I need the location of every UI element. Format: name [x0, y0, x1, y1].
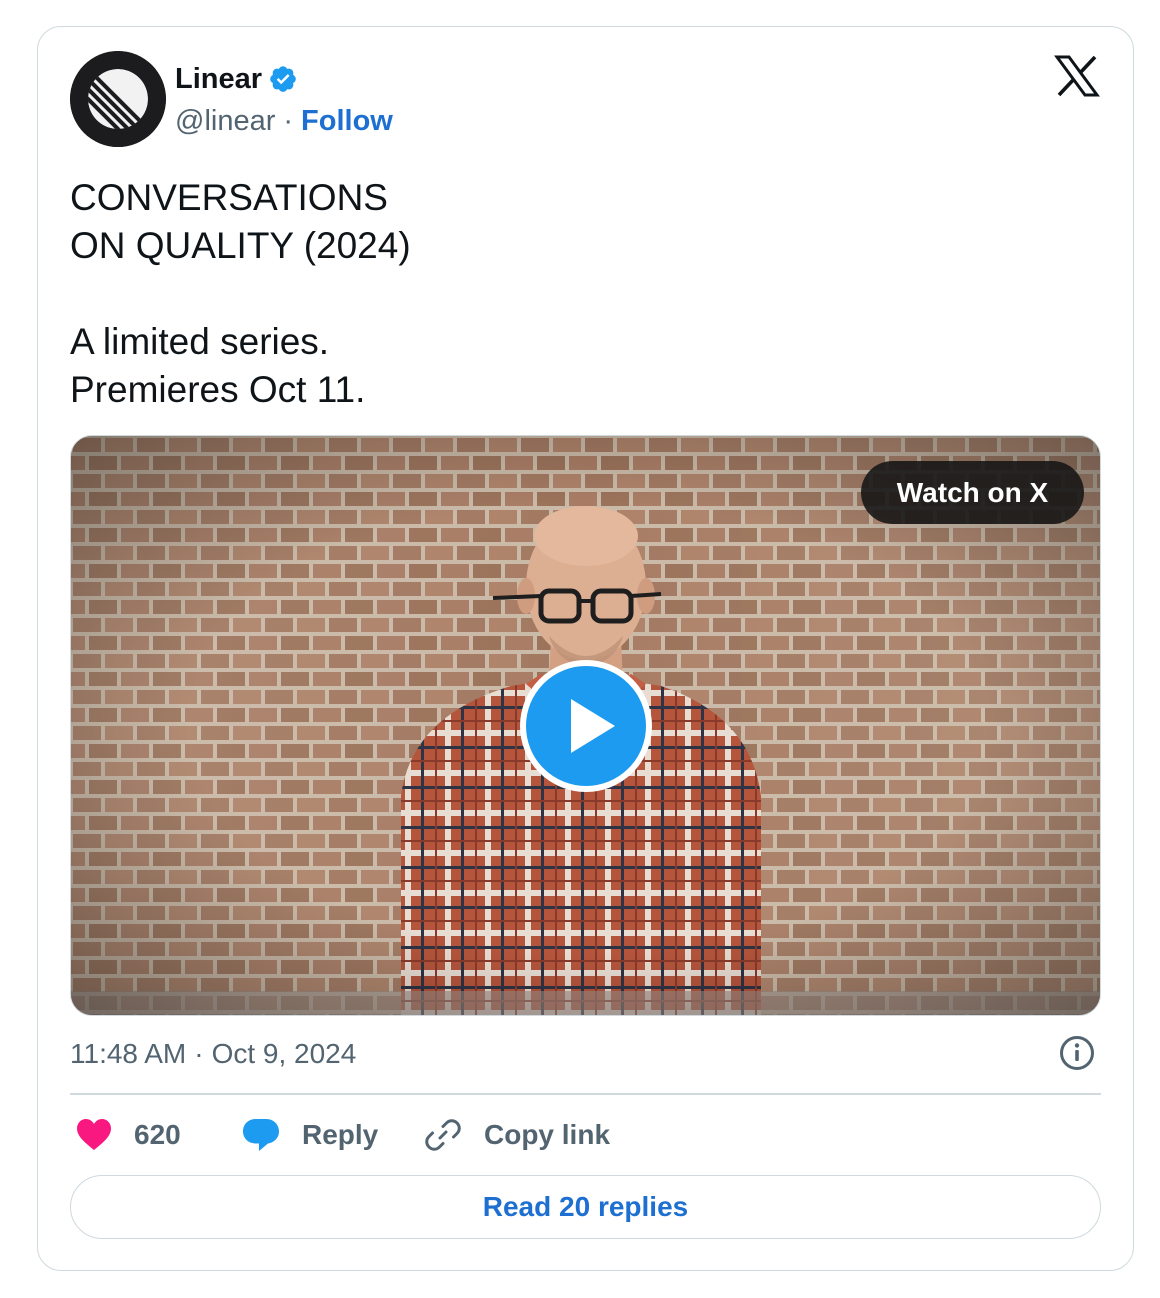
- linear-logo-icon: [70, 51, 166, 147]
- tweet-text-line: CONVERSATIONS: [70, 177, 388, 218]
- verified-badge-icon: [270, 66, 296, 92]
- timestamp-separator: ·: [194, 1038, 204, 1069]
- reply-label: Reply: [302, 1119, 379, 1150]
- author-avatar[interactable]: [70, 51, 166, 147]
- copy-link-label: Copy link: [484, 1119, 611, 1150]
- info-icon[interactable]: [1058, 1034, 1096, 1072]
- reply-bubble-icon: [243, 1119, 279, 1151]
- author-name[interactable]: Linear: [175, 63, 262, 96]
- x-logo-icon[interactable]: [1054, 55, 1100, 97]
- author-name-row: Linear: [175, 58, 298, 100]
- link-icon: [425, 1119, 461, 1151]
- like-count: 620: [134, 1119, 181, 1150]
- tweet-time: 11:48 AM: [70, 1038, 187, 1069]
- copy-link-button[interactable]: Copy link: [424, 1112, 610, 1158]
- tweet-date: Oct 9, 2024: [211, 1038, 357, 1069]
- tweet-text-line: Premieres Oct 11.: [70, 369, 366, 410]
- tweet-text: CONVERSATIONS ON QUALITY (2024) A limite…: [70, 174, 970, 414]
- handle-separator: ·: [283, 104, 294, 137]
- play-icon[interactable]: [519, 659, 653, 793]
- read-replies-button[interactable]: Read 20 replies: [70, 1175, 1101, 1239]
- like-button[interactable]: 620: [76, 1112, 181, 1158]
- author-handle[interactable]: @linear: [175, 105, 275, 138]
- tweet-text-line: ON QUALITY (2024): [70, 225, 411, 266]
- heart-icon: [77, 1119, 111, 1150]
- reply-button[interactable]: Reply: [242, 1112, 378, 1158]
- author-handle-row: @linear · Follow: [175, 101, 393, 141]
- watch-on-x-button[interactable]: Watch on X: [861, 461, 1084, 524]
- video-player[interactable]: Watch on X: [70, 435, 1101, 1016]
- tweet-text-line: A limited series.: [70, 321, 330, 362]
- tweet-timestamp[interactable]: 11:48 AM · Oct 9, 2024: [70, 1034, 356, 1074]
- follow-link[interactable]: Follow: [301, 105, 393, 138]
- divider: [70, 1093, 1101, 1095]
- tweet-text-line: [70, 270, 970, 318]
